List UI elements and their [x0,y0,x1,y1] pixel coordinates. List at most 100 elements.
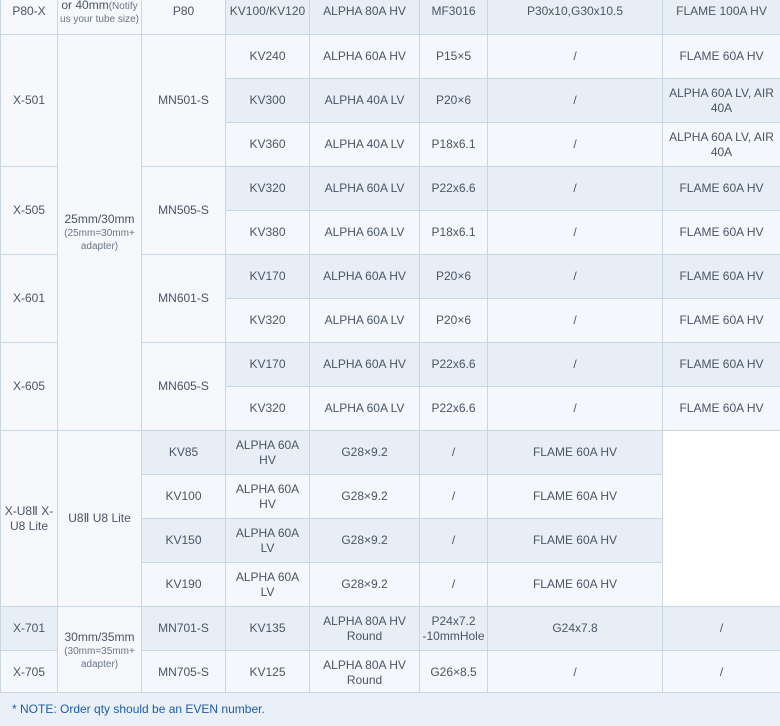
esc-cell: ALPHA 60A LV [309,166,420,211]
esc2-cell: FLAME 60A HV [662,298,780,343]
order-note: * NOTE: Order qty should be an EVEN numb… [0,692,780,726]
prop2-cell: / [487,210,663,255]
prop2-cell: / [419,562,488,607]
prop-cell: P24x7.2 -10mmHole [419,606,488,651]
tube-small-text: (25mm=30mm+ adapter) [64,228,135,252]
esc-cell: ALPHA 60A HV [309,34,420,79]
esc-cell: ALPHA 60A HV [225,474,310,519]
esc2-cell: FLAME 60A HV [662,210,780,255]
prop2-cell: / [419,518,488,563]
esc2-cell: ALPHA 60A LV, AIR 40A [662,122,780,167]
esc-cell: ALPHA 40A LV [309,122,420,167]
prop-cell: G26×8.5 [419,650,488,695]
motor-cell: MN501-S [141,34,226,167]
esc-cell: ALPHA 40A LV [309,78,420,123]
frame-cell: X-605 [0,342,58,431]
esc-cell: ALPHA 60A LV [309,210,420,255]
esc2-cell: FLAME 60A HV [662,166,780,211]
esc-cell: ALPHA 60A HV [309,254,420,299]
prop2-cell: / [487,166,663,211]
esc2-cell: / [662,606,780,651]
esc2-cell: FLAME 60A HV [662,34,780,79]
motor-cell: MN605-S [141,342,226,431]
kv-cell: KV150 [141,518,226,563]
frame-cell: X-705 [0,650,58,695]
esc2-cell: FLAME 60A HV [487,562,663,607]
kv-cell: KV360 [225,122,310,167]
esc2-cell: FLAME 60A HV [662,254,780,299]
esc-cell: ALPHA 60A HV [309,342,420,387]
prop-cell: P20×6 [419,298,488,343]
kv-cell: KV380 [225,210,310,255]
frame-cell: X-501 [0,34,58,167]
kv-cell: KV125 [225,650,310,695]
prop2-cell: / [487,254,663,299]
kv-cell: KV320 [225,298,310,343]
motor-cell: U8Ⅱ U8 Lite [57,430,142,607]
esc-cell: ALPHA 60A LV [225,562,310,607]
esc-cell: ALPHA 60A LV [309,386,420,431]
esc2-cell: FLAME 60A HV [487,518,663,563]
kv-cell: KV85 [141,430,226,475]
esc2-cell: FLAME 60A HV [487,474,663,519]
prop-cell: P22x6.6 [419,342,488,387]
esc-cell: ALPHA 80A HV Round [309,606,420,651]
esc2-cell: / [662,650,780,695]
prop-cell: P15×5 [419,34,488,79]
prop-cell: P18x6.1 [419,210,488,255]
esc-cell: ALPHA 80A HV Round [309,650,420,695]
tube-cell: or 40mm(Notify us your tube size) [57,0,142,35]
table-row: X-U8Ⅱ X-U8 Lite U8Ⅱ U8 Lite KV85 ALPHA 6… [0,430,780,607]
prop2-cell: / [487,122,663,167]
kv-cell: KV100/KV120 [225,0,310,35]
tube-cell: 25mm/30mm (25mm=30mm+ adapter) [57,34,142,431]
esc2-cell: FLAME 100A HV [662,0,780,35]
prop2-cell: / [419,430,488,475]
esc2-cell: ALPHA 60A LV, AIR 40A [662,78,780,123]
esc2-cell: FLAME 60A HV [662,386,780,431]
prop2-cell: / [487,386,663,431]
prop2-cell: P30x10,G30x10.5 [487,0,663,35]
motor-cell: P80 [141,0,226,35]
tube-small-text: (Notify [108,0,138,12]
frame-cell: P80-X [0,0,58,35]
table-row: X-501 25mm/30mm (25mm=30mm+ adapter) MN5… [0,34,780,431]
tube-small-text: (30mm=35mm+ adapter) [64,646,135,670]
spec-table-wrapper: P80-X or 40mm(Notify us your tube size) … [0,0,780,726]
prop2-cell: G24x7.8 [487,606,663,651]
prop2-cell: / [487,298,663,343]
esc-cell: ALPHA 80A HV [309,0,420,35]
table-row: X-701 30mm/35mm (30mm=35mm+ adapter) MN7… [0,606,780,695]
motor-cell: MN705-S [141,650,226,695]
esc-cell: ALPHA 60A LV [309,298,420,343]
motor-cell: MN505-S [141,166,226,255]
prop-cell: G28×9.2 [309,518,420,563]
prop-cell: P22x6.6 [419,166,488,211]
motor-cell: MN601-S [141,254,226,343]
prop-cell: MF3016 [419,0,488,35]
prop-cell: P20×6 [419,254,488,299]
prop2-cell: / [487,342,663,387]
frame-cell: X-505 [0,166,58,255]
prop2-cell: / [487,650,663,695]
frame-cell: X-601 [0,254,58,343]
tube-main-text: 30mm/35mm [64,630,135,644]
tube-small-text-2: us your tube size) [60,13,139,25]
frame-cell: X-701 [0,606,58,651]
prop2-cell: / [419,474,488,519]
tube-main-text: 25mm/30mm [64,212,135,226]
kv-cell: KV190 [141,562,226,607]
esc2-cell: FLAME 60A HV [487,430,663,475]
tube-cell: 30mm/35mm (30mm=35mm+ adapter) [57,606,142,695]
kv-cell: KV240 [225,34,310,79]
kv-cell: KV320 [225,386,310,431]
prop2-cell: / [487,34,663,79]
tube-main-text: or 40mm [61,0,109,12]
motor-cell: MN701-S [141,606,226,651]
esc-cell: ALPHA 60A LV [225,518,310,563]
esc2-cell: FLAME 60A HV [662,342,780,387]
kv-cell: KV170 [225,254,310,299]
prop-cell: P20×6 [419,78,488,123]
prop2-cell: / [487,78,663,123]
prop-cell: P18x6.1 [419,122,488,167]
